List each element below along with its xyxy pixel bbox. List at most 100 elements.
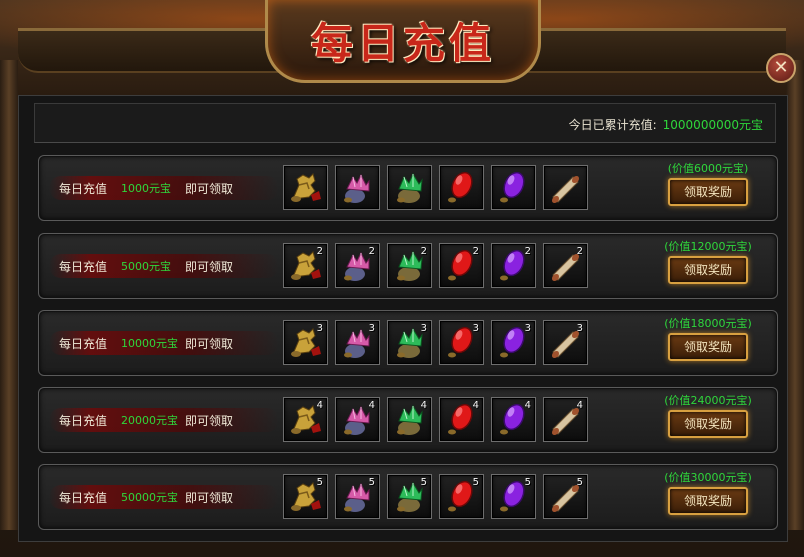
item-slot-scroll[interactable]	[543, 165, 588, 210]
red-gem-icon	[448, 171, 473, 203]
reward-tier-row: 每日充值 10000元宝 即可领取 3 3 3 3 3 3 (价值18000元宝) 领取…	[38, 310, 778, 376]
item-slot-red-gem[interactable]	[439, 165, 484, 210]
frame-border-left	[0, 60, 18, 530]
item-slot-pink-gem[interactable]	[335, 165, 380, 210]
item-slot-scroll[interactable]: 4	[543, 397, 588, 442]
item-count: 3	[524, 323, 531, 334]
claim-reward-button[interactable]: 领取奖励	[668, 410, 748, 438]
green-gem-pouch-icon	[397, 172, 423, 203]
claim-reward-button[interactable]: 领取奖励	[668, 256, 748, 284]
tier-label-prefix: 每日充值	[59, 260, 108, 274]
item-slot-green-gem[interactable]	[387, 165, 432, 210]
item-slot-purple-gem[interactable]	[491, 165, 536, 210]
item-slot-dragon[interactable]: 3	[283, 320, 328, 365]
item-slot-scroll[interactable]: 5	[543, 474, 588, 519]
claim-reward-button[interactable]: 领取奖励	[668, 333, 748, 361]
reward-tier-row: 每日充值 20000元宝 即可领取 4 4 4 4 4 4 (价值24000元宝) 领取…	[38, 387, 778, 453]
item-count: 4	[472, 400, 479, 411]
reward-tier-row: 每日充值 5000元宝 即可领取 2 2 2 2 2 2 (价值12000元宝) 领取奖…	[38, 233, 778, 299]
golden-dragon-icon	[291, 173, 321, 202]
item-count: 5	[316, 477, 323, 488]
item-slot-pink-gem[interactable]: 2	[335, 243, 380, 288]
claim-reward-button[interactable]: 领取奖励	[668, 487, 748, 515]
item-slot-pink-gem[interactable]: 4	[335, 397, 380, 442]
item-count: 5	[368, 477, 375, 488]
item-count: 2	[576, 246, 583, 257]
header-band: 每日充值	[0, 0, 804, 95]
item-slot-red-gem[interactable]: 3	[439, 320, 484, 365]
item-slot-purple-gem[interactable]: 2	[491, 243, 536, 288]
tier-value-text: (价值30000元宝)	[664, 471, 752, 484]
item-count: 2	[420, 246, 427, 257]
frame-border-right	[786, 60, 804, 530]
item-slot-green-gem[interactable]: 4	[387, 397, 432, 442]
tier-amount: 5000元宝	[121, 260, 171, 273]
purple-gem-icon	[500, 171, 525, 203]
close-icon: ✕	[773, 57, 789, 78]
item-count: 4	[524, 400, 531, 411]
item-slot-green-gem[interactable]: 5	[387, 474, 432, 519]
item-count: 4	[316, 400, 323, 411]
item-count: 2	[524, 246, 531, 257]
item-count: 5	[420, 477, 427, 488]
item-count: 4	[420, 400, 427, 411]
reward-tier-row: 每日充值 50000元宝 即可领取 5 5 5 5 5 5 (价值30000元宝) 领取…	[38, 464, 778, 530]
tier-amount: 50000元宝	[121, 491, 178, 504]
reward-panel: 今日已累计充值: 1000000000元宝 每日充值 1000元宝 即可领取 (价值6…	[18, 95, 788, 542]
item-slot-dragon[interactable]: 5	[283, 474, 328, 519]
item-slot-purple-gem[interactable]: 4	[491, 397, 536, 442]
item-count: 3	[472, 323, 479, 334]
tier-label-suffix: 即可领取	[185, 491, 234, 505]
item-slot-dragon[interactable]: 4	[283, 397, 328, 442]
item-count: 2	[316, 246, 323, 257]
item-slot-pink-gem[interactable]: 5	[335, 474, 380, 519]
item-slot-green-gem[interactable]: 3	[387, 320, 432, 365]
tier-value-text: (价值18000元宝)	[664, 317, 752, 330]
close-button[interactable]: ✕	[766, 53, 796, 83]
item-slot-dragon[interactable]	[283, 165, 328, 210]
pink-gem-pouch-icon	[344, 173, 370, 203]
summary-label: 今日已累计充值:	[568, 118, 657, 132]
tier-amount: 1000元宝	[121, 182, 171, 195]
tier-label-prefix: 每日充值	[59, 182, 108, 196]
tier-items: 3 3 3 3 3 3	[283, 320, 588, 366]
tier-value-text: (价值12000元宝)	[664, 240, 752, 253]
reward-claim-area: (价值30000元宝) 领取奖励	[653, 469, 763, 515]
tier-items: 2 2 2 2 2 2	[283, 243, 588, 289]
summary-value: 1000000000元宝	[662, 118, 763, 132]
item-count: 5	[524, 477, 531, 488]
tier-amount: 10000元宝	[121, 337, 178, 350]
item-slot-red-gem[interactable]: 4	[439, 397, 484, 442]
reward-claim-area: (价值18000元宝) 领取奖励	[653, 315, 763, 361]
tier-label-prefix: 每日充值	[59, 337, 108, 351]
item-count: 3	[368, 323, 375, 334]
item-slot-purple-gem[interactable]: 5	[491, 474, 536, 519]
tier-items	[283, 165, 588, 211]
item-slot-scroll[interactable]: 2	[543, 243, 588, 288]
item-slot-dragon[interactable]: 2	[283, 243, 328, 288]
title-plate: 每日充值	[265, 0, 541, 83]
tier-label-suffix: 即可领取	[185, 182, 234, 196]
tier-items: 4 4 4 4 4 4	[283, 397, 588, 443]
item-slot-red-gem[interactable]: 5	[439, 474, 484, 519]
tier-value-text: (价值6000元宝)	[667, 162, 749, 175]
summary-text: 今日已累计充值: 1000000000元宝	[569, 116, 763, 133]
reward-tier-row: 每日充值 1000元宝 即可领取 (价值6000元宝) 领取奖励	[38, 155, 778, 221]
item-slot-purple-gem[interactable]: 3	[491, 320, 536, 365]
tier-label-prefix: 每日充值	[59, 414, 108, 428]
tier-label-suffix: 即可领取	[185, 337, 234, 351]
item-count: 5	[472, 477, 479, 488]
summary-bar: 今日已累计充值: 1000000000元宝	[34, 103, 776, 143]
item-slot-pink-gem[interactable]: 3	[335, 320, 380, 365]
window-title: 每日充值	[310, 18, 495, 68]
tier-items: 5 5 5 5 5 5	[283, 474, 588, 520]
claim-reward-button[interactable]: 领取奖励	[668, 178, 748, 206]
item-slot-green-gem[interactable]: 2	[387, 243, 432, 288]
reward-claim-area: (价值12000元宝) 领取奖励	[653, 238, 763, 284]
tier-label-suffix: 即可领取	[185, 414, 234, 428]
item-slot-red-gem[interactable]: 2	[439, 243, 484, 288]
tier-value-text: (价值24000元宝)	[664, 394, 752, 407]
tier-label-prefix: 每日充值	[59, 491, 108, 505]
item-slot-scroll[interactable]: 3	[543, 320, 588, 365]
item-count: 3	[316, 323, 323, 334]
